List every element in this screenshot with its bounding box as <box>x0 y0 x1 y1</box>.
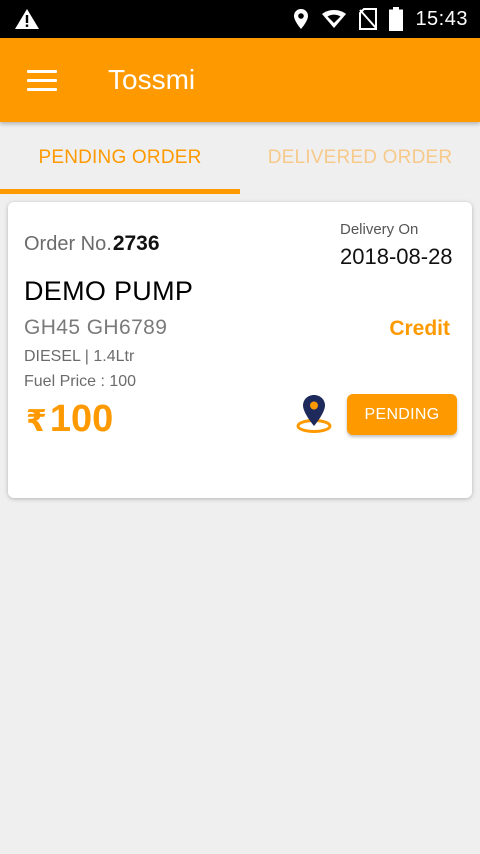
tab-delivered-order[interactable]: DELIVERED ORDER <box>240 122 480 194</box>
amount-value: 100 <box>49 398 114 440</box>
tab-pending-order-label: PENDING ORDER <box>38 147 202 168</box>
app-bar: Tossmi <box>0 38 480 122</box>
warning-icon <box>14 8 40 30</box>
status-bar: 15:43 <box>0 0 480 38</box>
order-card[interactable]: Order No. 2736 Delivery On 2018-08-28 DE… <box>8 202 472 498</box>
delivery-date: 2018-08-28 <box>340 244 453 269</box>
status-time: 15:43 <box>415 7 468 30</box>
no-sim-icon <box>359 8 378 30</box>
battery-icon <box>389 7 404 31</box>
order-tabs: PENDING ORDER DELIVERED ORDER <box>0 122 480 194</box>
order-amount: ₹ 100 <box>26 398 113 441</box>
location-icon <box>293 8 309 30</box>
pending-status-button[interactable]: PENDING <box>347 394 457 435</box>
rupee-symbol: ₹ <box>26 405 47 438</box>
pump-name: DEMO PUMP <box>24 276 194 306</box>
payment-mode: Credit <box>389 317 450 340</box>
order-number: Order No. 2736 <box>24 232 160 256</box>
fuel-price: Fuel Price : 100 <box>24 373 137 390</box>
vehicle-number: GH45 GH6789 <box>24 316 168 339</box>
tab-delivered-order-label: DELIVERED ORDER <box>267 147 453 168</box>
fuel-info: DIESEL | 1.4Ltr <box>24 348 135 365</box>
delivery-label: Delivery On <box>340 221 419 238</box>
map-pin-icon[interactable] <box>294 392 334 434</box>
wifi-icon <box>321 9 347 29</box>
status-icons: 15:43 <box>293 0 468 38</box>
app-title: Tossmi <box>108 64 196 95</box>
order-number-label: Order No. <box>24 233 112 255</box>
hamburger-menu-icon[interactable] <box>22 62 62 98</box>
tab-pending-order[interactable]: PENDING ORDER <box>0 122 240 194</box>
active-tab-indicator <box>0 189 240 194</box>
order-number-value: 2736 <box>112 232 160 255</box>
